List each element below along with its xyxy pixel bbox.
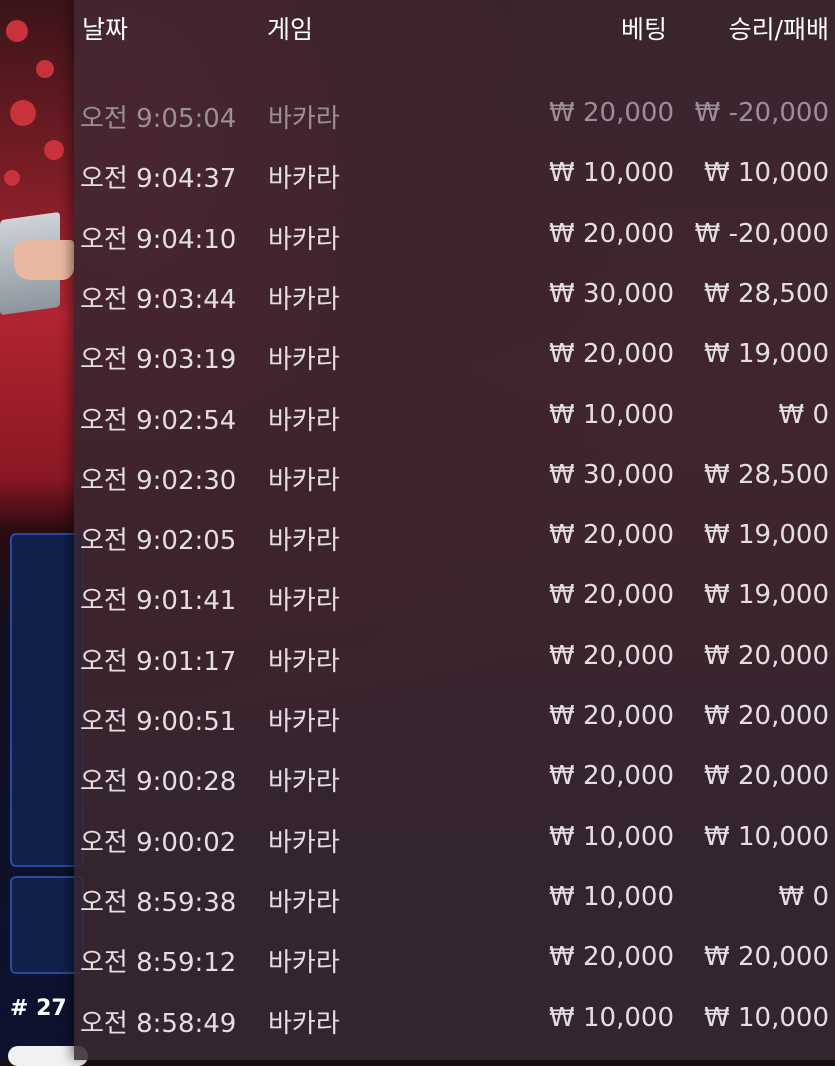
row-result-amount: ₩ 20,000 — [704, 640, 829, 671]
round-number: # 27 — [10, 996, 67, 1021]
row-result-amount: ₩ -20,000 — [694, 98, 829, 128]
scrolled-row-partial — [74, 42, 835, 68]
history-row[interactable]: 오전 9:01:17 바카라 ₩ 20,000 ₩ 20,000 — [74, 626, 835, 686]
row-game: 바카라 — [268, 164, 340, 195]
row-game: 바카라 — [268, 1008, 340, 1039]
row-game: 바카라 — [268, 526, 340, 557]
history-row[interactable]: 오전 9:04:10 바카라 ₩ 20,000 ₩ -20,000 — [74, 204, 835, 264]
history-row[interactable]: 오전 9:04:37 바카라 ₩ 10,000 ₩ 10,000 — [74, 143, 835, 203]
row-result-amount: ₩ 19,000 — [704, 580, 829, 611]
row-time: 오전 9:01:41 — [80, 586, 237, 617]
row-time: 오전 9:03:19 — [80, 345, 237, 376]
row-time: 오전 9:04:37 — [80, 164, 237, 195]
row-bet-amount: ₩ 10,000 — [549, 158, 674, 189]
row-bet-amount: ₩ 20,000 — [549, 640, 674, 671]
history-row[interactable]: 오전 9:01:41 바카라 ₩ 20,000 ₩ 19,000 — [74, 565, 835, 625]
row-game: 바카라 — [268, 948, 340, 979]
row-game: 바카라 — [268, 887, 340, 918]
history-row[interactable]: 오전 9:03:19 바카라 ₩ 20,000 ₩ 19,000 — [74, 324, 835, 384]
dealer-hand-image — [14, 240, 74, 280]
row-bet-amount: ₩ 20,000 — [549, 580, 674, 611]
row-time: 오전 8:59:38 — [80, 887, 237, 918]
row-result-amount: ₩ 19,000 — [704, 339, 829, 370]
row-result-amount: ₩ 20,000 — [704, 761, 829, 792]
row-result-amount: ₩ 10,000 — [704, 158, 829, 189]
row-time: 오전 9:05:04 — [80, 104, 237, 134]
row-bet-amount: ₩ 20,000 — [549, 218, 674, 249]
column-header-bet: 베팅 — [620, 15, 667, 44]
row-result-amount: ₩ 28,500 — [704, 459, 829, 490]
row-result-amount: ₩ 19,000 — [704, 520, 829, 551]
row-time: 오전 9:00:02 — [80, 827, 237, 858]
row-time: 오전 9:02:30 — [80, 465, 237, 496]
bet-area-button-secondary[interactable] — [10, 876, 84, 974]
row-result-amount: ₩ 28,500 — [704, 278, 829, 309]
history-row[interactable]: 오전 9:03:44 바카라 ₩ 30,000 ₩ 28,500 — [74, 264, 835, 324]
row-time: 오전 9:02:54 — [80, 405, 237, 436]
row-time: 오전 9:01:17 — [80, 646, 237, 677]
row-game: 바카라 — [268, 284, 340, 315]
history-row[interactable]: 오전 8:58:49 바카라 ₩ 10,000 ₩ 10,000 — [74, 988, 835, 1048]
row-result-amount: ₩ -20,000 — [694, 218, 829, 249]
row-result-amount: ₩ 10,000 — [704, 1002, 829, 1033]
history-row[interactable]: 오전 9:02:30 바카라 ₩ 30,000 ₩ 28,500 — [74, 445, 835, 505]
history-row[interactable]: 오전 9:02:54 바카라 ₩ 10,000 ₩ 0 — [74, 385, 835, 445]
row-bet-amount: ₩ 30,000 — [549, 459, 674, 490]
row-game: 바카라 — [268, 586, 340, 617]
row-result-amount: ₩ 0 — [778, 399, 829, 430]
row-time: 오전 9:04:10 — [80, 224, 237, 255]
row-result-amount: ₩ 0 — [778, 881, 829, 912]
row-bet-amount: ₩ 10,000 — [549, 1002, 674, 1033]
row-result-amount: ₩ 20,000 — [704, 701, 829, 731]
history-row[interactable]: 오전 8:59:38 바카라 ₩ 10,000 ₩ 0 — [74, 867, 835, 927]
row-bet-amount: ₩ 20,000 — [549, 520, 674, 551]
row-time: 오전 8:58:49 — [80, 1008, 237, 1039]
row-game: 바카라 — [268, 707, 340, 737]
row-bet-amount: ₩ 20,000 — [549, 761, 674, 792]
row-bet-amount: ₩ 20,000 — [549, 701, 674, 731]
row-game: 바카라 — [268, 345, 340, 376]
row-result-amount: ₩ 10,000 — [704, 821, 829, 852]
history-row[interactable]: 오전 9:00:28 바카라 ₩ 20,000 ₩ 20,000 — [74, 746, 835, 806]
history-row[interactable]: 오전 9:02:05 바카라 ₩ 20,000 ₩ 19,000 — [74, 505, 835, 565]
history-row[interactable]: 오전 8:59:12 바카라 ₩ 20,000 ₩ 20,000 — [74, 927, 835, 987]
row-game: 바카라 — [268, 405, 340, 436]
history-row[interactable]: 오전 9:00:51 바카라 ₩ 20,000 ₩ 20,000 — [74, 686, 835, 746]
row-time: 오전 9:03:44 — [80, 284, 237, 315]
row-time: 오전 9:00:51 — [80, 707, 237, 737]
column-header-date: 날짜 — [82, 15, 129, 44]
row-game: 바카라 — [268, 224, 340, 255]
row-bet-amount: ₩ 10,000 — [549, 399, 674, 430]
row-bet-amount: ₩ 20,000 — [549, 339, 674, 370]
row-time: 오전 8:59:12 — [80, 948, 237, 979]
row-game: 바카라 — [268, 767, 340, 798]
row-bet-amount: ₩ 30,000 — [549, 278, 674, 309]
history-row[interactable]: 오전 9:00:02 바카라 ₩ 10,000 ₩ 10,000 — [74, 807, 835, 867]
bet-area-button[interactable] — [10, 533, 84, 867]
row-result-amount: ₩ 20,000 — [704, 942, 829, 973]
bet-history-panel[interactable]: 날짜 게임 베팅 승리/패배 오전 9:05:04 바카라 ₩ 20,000 ₩ -2… — [74, 0, 835, 1060]
row-bet-amount: ₩ 10,000 — [549, 821, 674, 852]
history-row[interactable]: 오전 9:05:04 바카라 ₩ 20,000 ₩ -20,000 — [74, 83, 835, 143]
row-game: 바카라 — [268, 827, 340, 858]
column-header-result: 승리/패배 — [728, 15, 829, 44]
row-bet-amount: ₩ 10,000 — [549, 881, 674, 912]
row-time: 오전 9:00:28 — [80, 767, 237, 798]
row-time: 오전 9:02:05 — [80, 526, 237, 557]
column-header-game: 게임 — [267, 15, 314, 44]
row-game: 바카라 — [268, 104, 340, 134]
row-bet-amount: ₩ 20,000 — [549, 98, 674, 128]
row-game: 바카라 — [268, 465, 340, 496]
row-bet-amount: ₩ 20,000 — [549, 942, 674, 973]
row-game: 바카라 — [268, 646, 340, 677]
